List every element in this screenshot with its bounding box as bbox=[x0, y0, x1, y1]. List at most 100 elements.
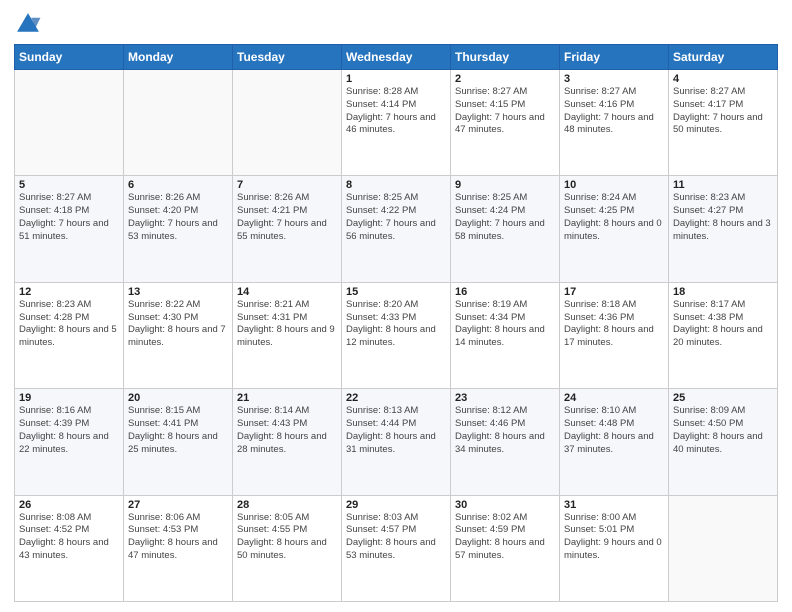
calendar-cell: 5Sunrise: 8:27 AMSunset: 4:18 PMDaylight… bbox=[15, 176, 124, 282]
day-number: 22 bbox=[346, 392, 446, 404]
calendar-cell bbox=[669, 495, 778, 601]
day-info: Sunrise: 8:12 AMSunset: 4:46 PMDaylight:… bbox=[455, 405, 545, 454]
day-number: 29 bbox=[346, 499, 446, 511]
day-info: Sunrise: 8:21 AMSunset: 4:31 PMDaylight:… bbox=[237, 299, 335, 348]
day-number: 4 bbox=[673, 73, 773, 85]
calendar-cell: 22Sunrise: 8:13 AMSunset: 4:44 PMDayligh… bbox=[342, 389, 451, 495]
calendar-cell: 20Sunrise: 8:15 AMSunset: 4:41 PMDayligh… bbox=[124, 389, 233, 495]
day-info: Sunrise: 8:25 AMSunset: 4:22 PMDaylight:… bbox=[346, 192, 436, 241]
day-number: 7 bbox=[237, 179, 337, 191]
day-info: Sunrise: 8:23 AMSunset: 4:28 PMDaylight:… bbox=[19, 299, 117, 348]
calendar-cell: 7Sunrise: 8:26 AMSunset: 4:21 PMDaylight… bbox=[233, 176, 342, 282]
day-info: Sunrise: 8:10 AMSunset: 4:48 PMDaylight:… bbox=[564, 405, 654, 454]
day-number: 17 bbox=[564, 286, 664, 298]
calendar-cell: 2Sunrise: 8:27 AMSunset: 4:15 PMDaylight… bbox=[451, 70, 560, 176]
day-info: Sunrise: 8:27 AMSunset: 4:16 PMDaylight:… bbox=[564, 86, 654, 135]
calendar-cell: 15Sunrise: 8:20 AMSunset: 4:33 PMDayligh… bbox=[342, 282, 451, 388]
day-number: 28 bbox=[237, 499, 337, 511]
day-number: 9 bbox=[455, 179, 555, 191]
calendar-cell: 4Sunrise: 8:27 AMSunset: 4:17 PMDaylight… bbox=[669, 70, 778, 176]
calendar-week-4: 19Sunrise: 8:16 AMSunset: 4:39 PMDayligh… bbox=[15, 389, 778, 495]
calendar-week-2: 5Sunrise: 8:27 AMSunset: 4:18 PMDaylight… bbox=[15, 176, 778, 282]
calendar-table: SundayMondayTuesdayWednesdayThursdayFrid… bbox=[14, 44, 778, 602]
day-info: Sunrise: 8:24 AMSunset: 4:25 PMDaylight:… bbox=[564, 192, 662, 241]
page-header bbox=[14, 10, 778, 38]
calendar-cell: 10Sunrise: 8:24 AMSunset: 4:25 PMDayligh… bbox=[560, 176, 669, 282]
calendar-cell: 11Sunrise: 8:23 AMSunset: 4:27 PMDayligh… bbox=[669, 176, 778, 282]
day-number: 11 bbox=[673, 179, 773, 191]
logo-icon bbox=[14, 10, 42, 38]
day-info: Sunrise: 8:09 AMSunset: 4:50 PMDaylight:… bbox=[673, 405, 763, 454]
weekday-header-row: SundayMondayTuesdayWednesdayThursdayFrid… bbox=[15, 45, 778, 70]
day-info: Sunrise: 8:08 AMSunset: 4:52 PMDaylight:… bbox=[19, 512, 109, 561]
calendar-cell: 26Sunrise: 8:08 AMSunset: 4:52 PMDayligh… bbox=[15, 495, 124, 601]
calendar-cell: 3Sunrise: 8:27 AMSunset: 4:16 PMDaylight… bbox=[560, 70, 669, 176]
calendar-cell: 28Sunrise: 8:05 AMSunset: 4:55 PMDayligh… bbox=[233, 495, 342, 601]
day-number: 3 bbox=[564, 73, 664, 85]
day-info: Sunrise: 8:18 AMSunset: 4:36 PMDaylight:… bbox=[564, 299, 654, 348]
day-info: Sunrise: 8:27 AMSunset: 4:15 PMDaylight:… bbox=[455, 86, 545, 135]
day-info: Sunrise: 8:02 AMSunset: 4:59 PMDaylight:… bbox=[455, 512, 545, 561]
day-number: 5 bbox=[19, 179, 119, 191]
weekday-header-friday: Friday bbox=[560, 45, 669, 70]
day-number: 31 bbox=[564, 499, 664, 511]
day-info: Sunrise: 8:22 AMSunset: 4:30 PMDaylight:… bbox=[128, 299, 226, 348]
calendar-cell: 14Sunrise: 8:21 AMSunset: 4:31 PMDayligh… bbox=[233, 282, 342, 388]
weekday-header-saturday: Saturday bbox=[669, 45, 778, 70]
day-info: Sunrise: 8:06 AMSunset: 4:53 PMDaylight:… bbox=[128, 512, 218, 561]
day-number: 2 bbox=[455, 73, 555, 85]
calendar-cell: 29Sunrise: 8:03 AMSunset: 4:57 PMDayligh… bbox=[342, 495, 451, 601]
logo bbox=[14, 10, 46, 38]
day-number: 23 bbox=[455, 392, 555, 404]
calendar-cell: 21Sunrise: 8:14 AMSunset: 4:43 PMDayligh… bbox=[233, 389, 342, 495]
day-info: Sunrise: 8:03 AMSunset: 4:57 PMDaylight:… bbox=[346, 512, 436, 561]
day-number: 20 bbox=[128, 392, 228, 404]
calendar-cell: 27Sunrise: 8:06 AMSunset: 4:53 PMDayligh… bbox=[124, 495, 233, 601]
weekday-header-tuesday: Tuesday bbox=[233, 45, 342, 70]
day-info: Sunrise: 8:13 AMSunset: 4:44 PMDaylight:… bbox=[346, 405, 436, 454]
day-info: Sunrise: 8:05 AMSunset: 4:55 PMDaylight:… bbox=[237, 512, 327, 561]
day-info: Sunrise: 8:23 AMSunset: 4:27 PMDaylight:… bbox=[673, 192, 771, 241]
day-info: Sunrise: 8:14 AMSunset: 4:43 PMDaylight:… bbox=[237, 405, 327, 454]
calendar-cell: 8Sunrise: 8:25 AMSunset: 4:22 PMDaylight… bbox=[342, 176, 451, 282]
day-number: 14 bbox=[237, 286, 337, 298]
day-number: 13 bbox=[128, 286, 228, 298]
day-number: 19 bbox=[19, 392, 119, 404]
calendar-cell: 18Sunrise: 8:17 AMSunset: 4:38 PMDayligh… bbox=[669, 282, 778, 388]
day-info: Sunrise: 8:27 AMSunset: 4:17 PMDaylight:… bbox=[673, 86, 763, 135]
day-number: 15 bbox=[346, 286, 446, 298]
day-number: 27 bbox=[128, 499, 228, 511]
day-info: Sunrise: 8:26 AMSunset: 4:20 PMDaylight:… bbox=[128, 192, 218, 241]
calendar-cell: 6Sunrise: 8:26 AMSunset: 4:20 PMDaylight… bbox=[124, 176, 233, 282]
calendar-cell: 12Sunrise: 8:23 AMSunset: 4:28 PMDayligh… bbox=[15, 282, 124, 388]
calendar-week-1: 1Sunrise: 8:28 AMSunset: 4:14 PMDaylight… bbox=[15, 70, 778, 176]
day-number: 8 bbox=[346, 179, 446, 191]
day-info: Sunrise: 8:26 AMSunset: 4:21 PMDaylight:… bbox=[237, 192, 327, 241]
calendar-cell bbox=[15, 70, 124, 176]
day-info: Sunrise: 8:19 AMSunset: 4:34 PMDaylight:… bbox=[455, 299, 545, 348]
weekday-header-sunday: Sunday bbox=[15, 45, 124, 70]
weekday-header-wednesday: Wednesday bbox=[342, 45, 451, 70]
calendar-cell: 9Sunrise: 8:25 AMSunset: 4:24 PMDaylight… bbox=[451, 176, 560, 282]
calendar-cell: 30Sunrise: 8:02 AMSunset: 4:59 PMDayligh… bbox=[451, 495, 560, 601]
calendar-cell: 13Sunrise: 8:22 AMSunset: 4:30 PMDayligh… bbox=[124, 282, 233, 388]
day-info: Sunrise: 8:16 AMSunset: 4:39 PMDaylight:… bbox=[19, 405, 109, 454]
calendar-cell: 17Sunrise: 8:18 AMSunset: 4:36 PMDayligh… bbox=[560, 282, 669, 388]
day-info: Sunrise: 8:28 AMSunset: 4:14 PMDaylight:… bbox=[346, 86, 436, 135]
day-number: 30 bbox=[455, 499, 555, 511]
calendar-cell: 25Sunrise: 8:09 AMSunset: 4:50 PMDayligh… bbox=[669, 389, 778, 495]
calendar-cell: 31Sunrise: 8:00 AMSunset: 5:01 PMDayligh… bbox=[560, 495, 669, 601]
day-number: 6 bbox=[128, 179, 228, 191]
calendar-cell bbox=[233, 70, 342, 176]
calendar-cell bbox=[124, 70, 233, 176]
calendar-week-5: 26Sunrise: 8:08 AMSunset: 4:52 PMDayligh… bbox=[15, 495, 778, 601]
day-number: 18 bbox=[673, 286, 773, 298]
weekday-header-thursday: Thursday bbox=[451, 45, 560, 70]
day-number: 25 bbox=[673, 392, 773, 404]
day-number: 16 bbox=[455, 286, 555, 298]
day-info: Sunrise: 8:17 AMSunset: 4:38 PMDaylight:… bbox=[673, 299, 763, 348]
day-info: Sunrise: 8:20 AMSunset: 4:33 PMDaylight:… bbox=[346, 299, 436, 348]
day-number: 10 bbox=[564, 179, 664, 191]
calendar-cell: 23Sunrise: 8:12 AMSunset: 4:46 PMDayligh… bbox=[451, 389, 560, 495]
day-info: Sunrise: 8:25 AMSunset: 4:24 PMDaylight:… bbox=[455, 192, 545, 241]
